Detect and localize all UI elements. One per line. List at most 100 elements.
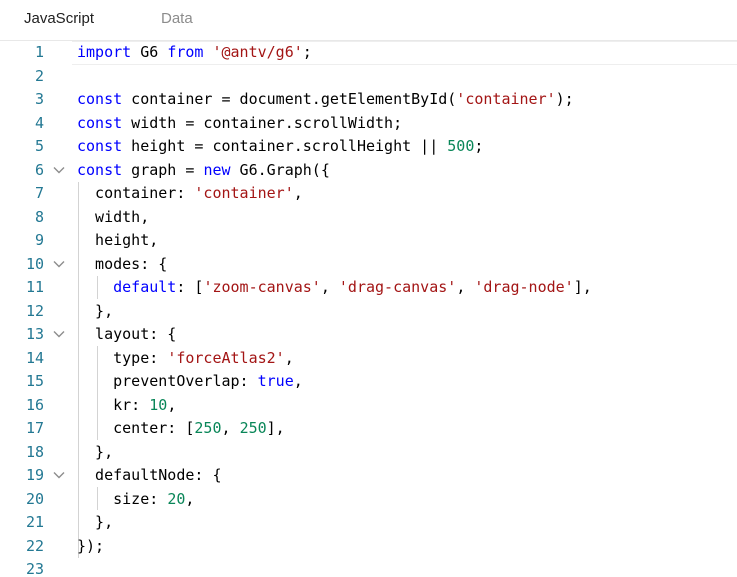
code-token: 'drag-canvas'	[338, 278, 457, 296]
code-line[interactable]: 10 modes: {	[0, 253, 737, 277]
code-line[interactable]: 22});	[0, 535, 737, 559]
line-number: 2	[34, 66, 44, 85]
code-line[interactable]: 8 width,	[0, 206, 737, 230]
code-editor[interactable]: 1 import G6 from '@antv/g6'; 2 3 const conta…	[0, 41, 737, 577]
line-number: 16	[25, 395, 44, 414]
line-number: 5	[34, 137, 44, 155]
code-token: from	[167, 43, 204, 61]
code-token: const	[77, 90, 123, 108]
code-line[interactable]: 12 },	[0, 300, 737, 324]
line-number: 4	[34, 113, 44, 132]
line-number: 20	[25, 489, 44, 508]
code-token: });	[77, 536, 105, 555]
code-token: import	[77, 43, 132, 61]
code-token: const	[77, 137, 123, 155]
code-token: 'container'	[194, 184, 294, 202]
code-text: import G6 from '@antv/g6';	[77, 41, 312, 65]
code-token: height = container.scrollHeight ||	[122, 137, 448, 155]
code-text: center: [250, 250],	[77, 417, 285, 441]
line-number: 18	[25, 442, 44, 461]
code-token: '@antv/g6'	[212, 43, 303, 61]
line-number: 8	[34, 207, 44, 226]
code-line[interactable]: 3 const container = document.getElementBy…	[0, 88, 737, 112]
chevron-down-icon[interactable]	[52, 327, 66, 341]
code-token: ,	[284, 348, 294, 367]
code-line[interactable]: 20 size: 20,	[0, 488, 737, 512]
code-token: ,	[293, 372, 303, 390]
code-token: },	[77, 513, 114, 531]
code-line[interactable]: 4 const width = container.scrollWidth;	[0, 112, 737, 136]
line-number: 14	[25, 348, 44, 367]
code-line[interactable]: 7 container: 'container',	[0, 182, 737, 206]
code-token: : [	[176, 278, 204, 296]
code-token: preventOverlap:	[77, 372, 258, 390]
code-line[interactable]: 5 const height = container.scrollHeight |…	[0, 135, 737, 159]
code-text: size: 20,	[77, 488, 194, 512]
code-token: ;	[474, 137, 484, 155]
code-line[interactable]: 15 preventOverlap: true,	[0, 370, 737, 394]
code-line[interactable]: 13 layout: {	[0, 323, 737, 347]
code-text: kr: 10,	[77, 394, 176, 418]
code-text: const graph = new G6.Graph({	[77, 159, 330, 183]
line-number: 22	[25, 536, 44, 555]
code-token: container:	[77, 184, 195, 202]
line-number: 15	[25, 372, 44, 390]
code-line[interactable]: 18 },	[0, 441, 737, 465]
code-text: preventOverlap: true,	[77, 370, 303, 394]
code-line[interactable]: 2	[0, 65, 737, 89]
code-token: graph =	[122, 160, 204, 179]
code-token: ,	[185, 489, 195, 508]
code-line[interactable]: 19 defaultNode: {	[0, 464, 737, 488]
code-token: ,	[320, 278, 339, 296]
tab-bar: JavaScript Data	[0, 0, 737, 41]
code-token: defaultNode: {	[77, 466, 222, 484]
code-text: defaultNode: {	[77, 464, 222, 488]
code-line[interactable]: 1 import G6 from '@antv/g6';	[0, 41, 737, 65]
code-line[interactable]: 6 const graph = new G6.Graph({	[0, 159, 737, 183]
code-text: });	[77, 535, 104, 559]
code-line[interactable]: 14 type: 'forceAtlas2',	[0, 347, 737, 371]
code-line[interactable]: 16 kr: 10,	[0, 394, 737, 418]
code-token: width = container.scrollWidth;	[122, 113, 403, 132]
line-number: 3	[34, 90, 44, 108]
code-token: width,	[77, 207, 150, 226]
code-token: 10	[149, 395, 168, 414]
code-token: ;	[302, 43, 312, 61]
code-text: type: 'forceAtlas2',	[77, 347, 294, 371]
line-number: 9	[34, 231, 44, 249]
code-token: ],	[573, 278, 592, 296]
line-number: 11	[25, 278, 44, 296]
code-token: ,	[456, 278, 475, 296]
code-text: layout: {	[77, 323, 176, 347]
code-token: ,	[221, 419, 240, 437]
code-text: container: 'container',	[77, 182, 303, 206]
tab-data[interactable]: Data	[161, 10, 193, 27]
code-token: 'zoom-canvas'	[203, 278, 321, 296]
code-token: default	[113, 278, 177, 296]
tab-javascript[interactable]: JavaScript	[24, 10, 94, 27]
line-number: 10	[25, 254, 44, 273]
code-token: G6	[131, 43, 168, 61]
code-line[interactable]: 9 height,	[0, 229, 737, 253]
code-token: type:	[77, 348, 168, 367]
chevron-down-icon[interactable]	[52, 468, 66, 482]
code-line[interactable]: 11 default: ['zoom-canvas', 'drag-canvas…	[0, 276, 737, 300]
code-line[interactable]: 21 },	[0, 511, 737, 535]
code-token: ,	[167, 395, 177, 414]
code-text: modes: {	[77, 253, 167, 277]
code-token: 250	[239, 419, 267, 437]
chevron-down-icon[interactable]	[52, 163, 66, 177]
line-number: 13	[25, 325, 44, 343]
code-token: },	[77, 301, 114, 320]
code-text: height,	[77, 229, 158, 253]
code-line[interactable]: 23	[0, 558, 737, 577]
code-token: 250	[194, 419, 222, 437]
code-token: );	[555, 90, 574, 108]
code-token: true	[257, 372, 294, 390]
chevron-down-icon[interactable]	[52, 257, 66, 271]
code-token: 500	[447, 137, 475, 155]
code-line[interactable]: 17 center: [250, 250],	[0, 417, 737, 441]
code-token: 'forceAtlas2'	[167, 348, 285, 367]
line-number: 17	[25, 419, 44, 437]
